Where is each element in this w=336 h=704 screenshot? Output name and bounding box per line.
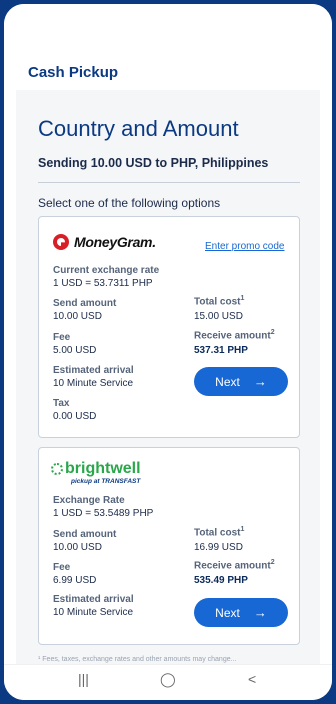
estimated-arrival-value: 10 Minute Service bbox=[53, 378, 134, 389]
total-cost-label: Total cost1 bbox=[194, 295, 245, 308]
enter-promo-code-link[interactable]: Enter promo code bbox=[205, 241, 285, 252]
total-cost-label: Total cost1 bbox=[194, 526, 245, 539]
exchange-rate-label: Current exchange rate bbox=[53, 265, 160, 276]
exchange-rate-value: 1 USD = 53.5489 PHP bbox=[53, 508, 154, 519]
estimated-arrival-value: 10 Minute Service bbox=[53, 607, 134, 618]
fee-label: Fee bbox=[53, 562, 71, 573]
moneygram-logo-text: MoneyGram. bbox=[74, 234, 156, 250]
moneygram-next-button[interactable]: Next → bbox=[194, 367, 288, 396]
brightwell-logo-subtext: pickup at TRANSFAST bbox=[71, 478, 141, 485]
divider bbox=[38, 182, 300, 183]
back-icon[interactable]: < bbox=[248, 671, 256, 687]
exchange-rate-value: 1 USD = 53.7311 PHP bbox=[53, 278, 153, 289]
brightwell-globe-icon bbox=[51, 463, 63, 475]
send-amount-value: 10.00 USD bbox=[53, 542, 102, 553]
brightwell-next-button[interactable]: Next → bbox=[194, 598, 288, 627]
receive-amount-value: 535.49 PHP bbox=[194, 575, 248, 586]
moneygram-icon bbox=[53, 234, 69, 250]
phone-screen: Cash Pickup Country and Amount Sending 1… bbox=[4, 4, 332, 700]
fee-label: Fee bbox=[53, 332, 71, 343]
estimated-arrival-label: Estimated arrival bbox=[53, 365, 134, 376]
recents-icon[interactable]: ||| bbox=[78, 671, 89, 687]
receive-amount-value: 537.31 PHP bbox=[194, 345, 248, 356]
app-bar: Cash Pickup bbox=[4, 4, 332, 90]
tax-label: Tax bbox=[53, 398, 70, 409]
exchange-rate-label: Exchange Rate bbox=[53, 495, 125, 506]
moneygram-option-card[interactable]: MoneyGram. Enter promo code Current exch… bbox=[38, 216, 300, 438]
receive-amount-label: Receive amount2 bbox=[194, 329, 275, 342]
moneygram-logo: MoneyGram. bbox=[53, 231, 156, 253]
main-content[interactable]: Country and Amount Sending 10.00 USD to … bbox=[16, 90, 320, 664]
total-cost-value: 16.99 USD bbox=[194, 542, 243, 553]
fee-value: 5.00 USD bbox=[53, 345, 97, 356]
arrow-right-icon: → bbox=[253, 374, 267, 389]
total-cost-value: 15.00 USD bbox=[194, 311, 243, 322]
sending-summary: Sending 10.00 USD to PHP, Philippines bbox=[38, 156, 269, 170]
brightwell-logo: brightwell pickup at TRANSFAST bbox=[51, 460, 141, 485]
brightwell-logo-text: brightwell bbox=[65, 460, 141, 477]
estimated-arrival-label: Estimated arrival bbox=[53, 594, 134, 605]
system-nav-bar: ||| ◯ < bbox=[4, 664, 332, 700]
next-button-label: Next bbox=[215, 374, 240, 389]
footnote: ¹ Fees, taxes, exchange rates and other … bbox=[38, 656, 237, 663]
send-amount-label: Send amount bbox=[53, 529, 117, 540]
fee-value: 6.99 USD bbox=[53, 575, 97, 586]
brightwell-option-card[interactable]: brightwell pickup at TRANSFAST Exchange … bbox=[38, 447, 300, 645]
home-icon[interactable]: ◯ bbox=[160, 671, 176, 688]
arrow-right-icon: → bbox=[253, 605, 267, 620]
select-option-label: Select one of the following options bbox=[38, 196, 221, 210]
receive-amount-label: Receive amount2 bbox=[194, 559, 275, 572]
app-bar-title: Cash Pickup bbox=[28, 64, 119, 81]
page-title: Country and Amount bbox=[38, 116, 239, 141]
next-button-label: Next bbox=[215, 605, 240, 620]
tax-value: 0.00 USD bbox=[53, 411, 97, 422]
send-amount-label: Send amount bbox=[53, 298, 117, 309]
send-amount-value: 10.00 USD bbox=[53, 311, 102, 322]
